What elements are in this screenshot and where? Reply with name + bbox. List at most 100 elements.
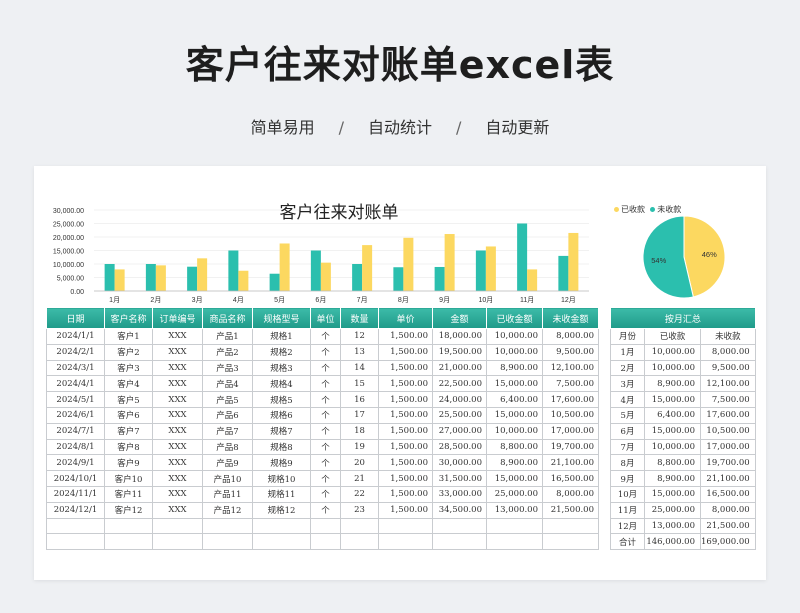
table-cell[interactable]: 2024/4/1 <box>46 375 105 393</box>
summary-cell[interactable]: 10,000.00 <box>644 438 701 456</box>
table-cell[interactable]: 产品12 <box>202 501 253 519</box>
table-cell[interactable]: 个 <box>310 343 341 361</box>
table-cell[interactable] <box>202 533 253 551</box>
table-cell[interactable]: 23 <box>340 501 379 519</box>
table-cell[interactable]: 规格8 <box>252 438 311 456</box>
table-cell[interactable]: XXX <box>152 422 203 440</box>
table-cell[interactable]: XXX <box>152 343 203 361</box>
summary-cell[interactable]: 21,500.00 <box>700 517 756 535</box>
table-cell[interactable]: 产品9 <box>202 454 253 472</box>
table-cell[interactable]: 1,500.00 <box>378 391 433 408</box>
table-cell[interactable]: 规格3 <box>252 359 311 377</box>
table-cell[interactable]: 2024/9/1 <box>46 454 105 472</box>
table-cell[interactable]: 规格12 <box>252 501 311 519</box>
table-cell[interactable]: 规格4 <box>252 375 311 393</box>
summary-cell[interactable]: 9,500.00 <box>700 359 756 377</box>
summary-cell[interactable]: 15,000.00 <box>644 485 701 503</box>
summary-cell[interactable]: 1月 <box>610 343 645 361</box>
table-cell[interactable]: 15,000.00 <box>486 406 543 424</box>
table-cell[interactable]: 客户8 <box>104 438 153 456</box>
table-cell[interactable]: 8,800.00 <box>486 438 543 456</box>
table-cell[interactable]: 7,500.00 <box>542 375 599 393</box>
table-cell[interactable]: 产品7 <box>202 422 253 440</box>
table-cell[interactable]: 21,100.00 <box>542 454 599 472</box>
table-cell[interactable] <box>310 533 341 551</box>
table-cell[interactable]: 2024/1/1 <box>46 328 105 345</box>
table-cell[interactable]: 2024/2/1 <box>46 343 105 361</box>
summary-cell[interactable]: 13,000.00 <box>644 517 701 535</box>
table-cell[interactable]: XXX <box>152 501 203 519</box>
table-cell[interactable] <box>104 517 153 535</box>
table-cell[interactable]: 规格11 <box>252 485 311 503</box>
table-cell[interactable]: 1,500.00 <box>378 422 433 440</box>
table-cell[interactable]: 产品6 <box>202 406 253 424</box>
table-cell[interactable]: XXX <box>152 454 203 472</box>
table-cell[interactable]: XXX <box>152 328 203 345</box>
table-cell[interactable]: 客户1 <box>104 328 153 345</box>
summary-cell[interactable]: 15,000.00 <box>644 391 701 408</box>
table-cell[interactable]: 9,500.00 <box>542 343 599 361</box>
summary-cell[interactable]: 8,900.00 <box>644 375 701 393</box>
table-cell[interactable] <box>152 533 203 551</box>
summary-cell[interactable]: 11月 <box>610 501 645 519</box>
table-cell[interactable]: 个 <box>310 470 341 487</box>
table-cell[interactable]: 客户10 <box>104 470 153 487</box>
summary-cell[interactable]: 2月 <box>610 359 645 377</box>
summary-cell[interactable]: 6月 <box>610 422 645 440</box>
table-cell[interactable] <box>46 517 105 535</box>
table-cell[interactable] <box>542 533 599 551</box>
summary-cell[interactable]: 169,000.00 <box>700 533 756 551</box>
summary-cell[interactable]: 5月 <box>610 406 645 424</box>
table-cell[interactable] <box>542 517 599 535</box>
table-cell[interactable]: 34,500.00 <box>432 501 487 519</box>
table-cell[interactable]: 15,000.00 <box>486 470 543 487</box>
table-cell[interactable]: 1,500.00 <box>378 375 433 393</box>
summary-cell[interactable]: 17,600.00 <box>700 406 756 424</box>
table-cell[interactable]: 2024/8/1 <box>46 438 105 456</box>
table-cell[interactable]: 2024/5/1 <box>46 391 105 408</box>
table-cell[interactable]: 18,000.00 <box>432 328 487 345</box>
table-cell[interactable]: 客户6 <box>104 406 153 424</box>
table-cell[interactable]: 1,500.00 <box>378 454 433 472</box>
table-cell[interactable]: 2024/7/1 <box>46 422 105 440</box>
table-cell[interactable]: XXX <box>152 359 203 377</box>
table-cell[interactable] <box>378 533 433 551</box>
table-cell[interactable]: 规格6 <box>252 406 311 424</box>
table-cell[interactable]: 规格5 <box>252 391 311 408</box>
table-cell[interactable] <box>46 533 105 551</box>
table-cell[interactable]: 17,600.00 <box>542 391 599 408</box>
summary-cell[interactable]: 3月 <box>610 375 645 393</box>
summary-cell[interactable]: 7,500.00 <box>700 391 756 408</box>
table-cell[interactable]: 15,000.00 <box>486 375 543 393</box>
table-cell[interactable]: 10,000.00 <box>486 343 543 361</box>
table-cell[interactable]: 个 <box>310 359 341 377</box>
table-cell[interactable]: 8,900.00 <box>486 454 543 472</box>
table-cell[interactable]: 13 <box>340 343 379 361</box>
table-cell[interactable]: 个 <box>310 328 341 345</box>
table-cell[interactable]: XXX <box>152 438 203 456</box>
table-cell[interactable]: 15 <box>340 375 379 393</box>
table-cell[interactable]: 21,000.00 <box>432 359 487 377</box>
table-cell[interactable]: 1,500.00 <box>378 485 433 503</box>
table-cell[interactable]: XXX <box>152 375 203 393</box>
table-cell[interactable]: 25,500.00 <box>432 406 487 424</box>
table-cell[interactable]: 18 <box>340 422 379 440</box>
table-cell[interactable]: 个 <box>310 501 341 519</box>
table-cell[interactable]: 产品4 <box>202 375 253 393</box>
summary-cell[interactable]: 17,000.00 <box>700 438 756 456</box>
summary-cell[interactable]: 7月 <box>610 438 645 456</box>
table-cell[interactable]: 客户7 <box>104 422 153 440</box>
summary-cell[interactable]: 8,000.00 <box>700 343 756 361</box>
table-cell[interactable]: 规格2 <box>252 343 311 361</box>
table-cell[interactable]: 33,000.00 <box>432 485 487 503</box>
table-cell[interactable]: 2024/11/1 <box>46 485 105 503</box>
table-cell[interactable]: 19,700.00 <box>542 438 599 456</box>
table-cell[interactable]: 2024/3/1 <box>46 359 105 377</box>
table-cell[interactable]: 产品3 <box>202 359 253 377</box>
table-cell[interactable]: 个 <box>310 375 341 393</box>
table-cell[interactable]: 27,000.00 <box>432 422 487 440</box>
table-cell[interactable]: 30,000.00 <box>432 454 487 472</box>
summary-cell[interactable]: 12,100.00 <box>700 375 756 393</box>
table-cell[interactable]: 1,500.00 <box>378 501 433 519</box>
table-cell[interactable]: 25,000.00 <box>486 485 543 503</box>
